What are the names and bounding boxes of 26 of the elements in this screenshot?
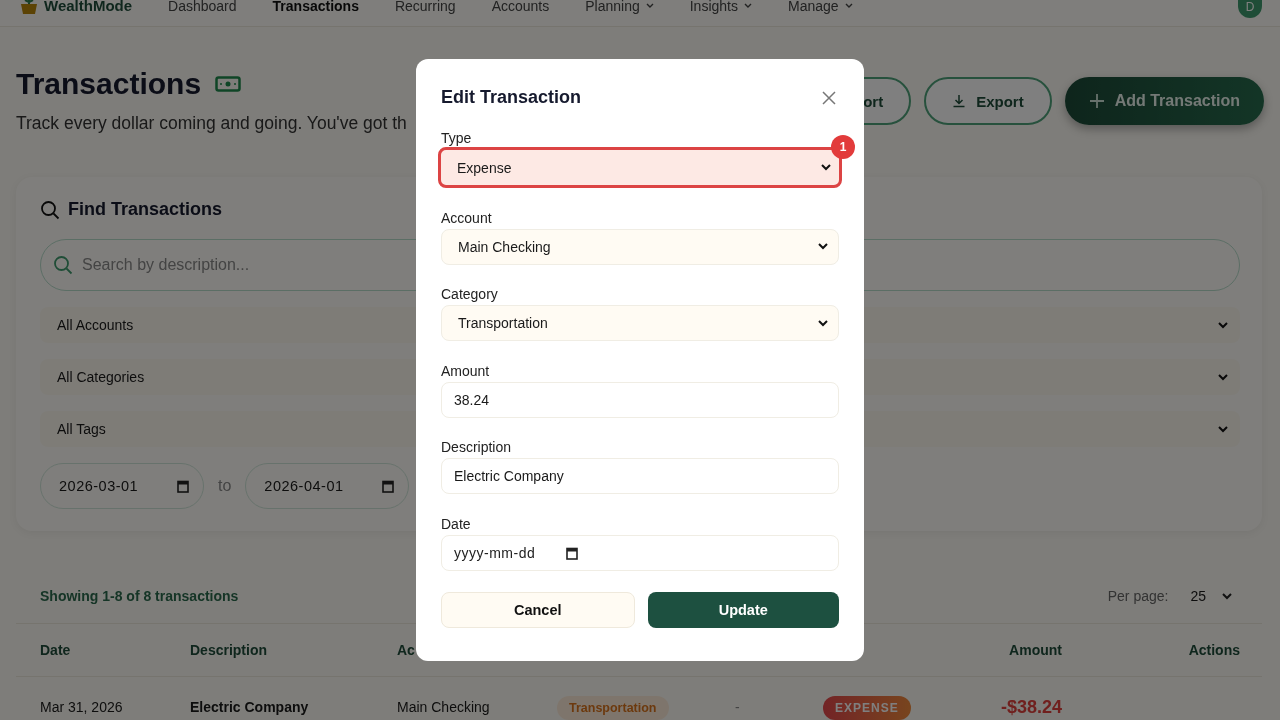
page-title: Transactions	[16, 67, 202, 101]
field-label: Description	[441, 439, 513, 455]
column-header: Description	[190, 642, 268, 658]
table-cell-text: Electric Company	[190, 699, 310, 715]
dialog-title: Edit Transaction	[441, 87, 582, 108]
table-cell-text: Mar 31, 2026	[40, 699, 124, 715]
page-subtitle: Track every dollar coming and going. You've got th	[16, 113, 408, 134]
section-title: Find Transactions	[68, 199, 223, 220]
per-page-label: Per page:	[1107, 588, 1169, 604]
column-header: Ac	[397, 642, 416, 658]
table-cell-text: Main Checking	[397, 699, 491, 715]
field-label: Account	[441, 209, 493, 226]
field-label: Date	[441, 515, 472, 532]
results-summary: Showing 1-8 of 8 transactions	[40, 588, 239, 604]
column-header: Amount	[1008, 642, 1062, 658]
field-label: Type	[441, 130, 473, 146]
field-label: Amount	[441, 362, 491, 379]
category-tag: Transportation	[557, 696, 669, 720]
type-badge: EXPENSE	[823, 696, 911, 720]
column-header: Actions	[1187, 642, 1240, 658]
table-cell-text: -	[735, 699, 741, 715]
field-label: Category	[441, 286, 499, 302]
column-header: Date	[40, 642, 72, 658]
amount-cell-text: -$38.24	[999, 696, 1062, 718]
date-separator: to	[218, 477, 232, 495]
step-badge: 1	[831, 135, 855, 159]
